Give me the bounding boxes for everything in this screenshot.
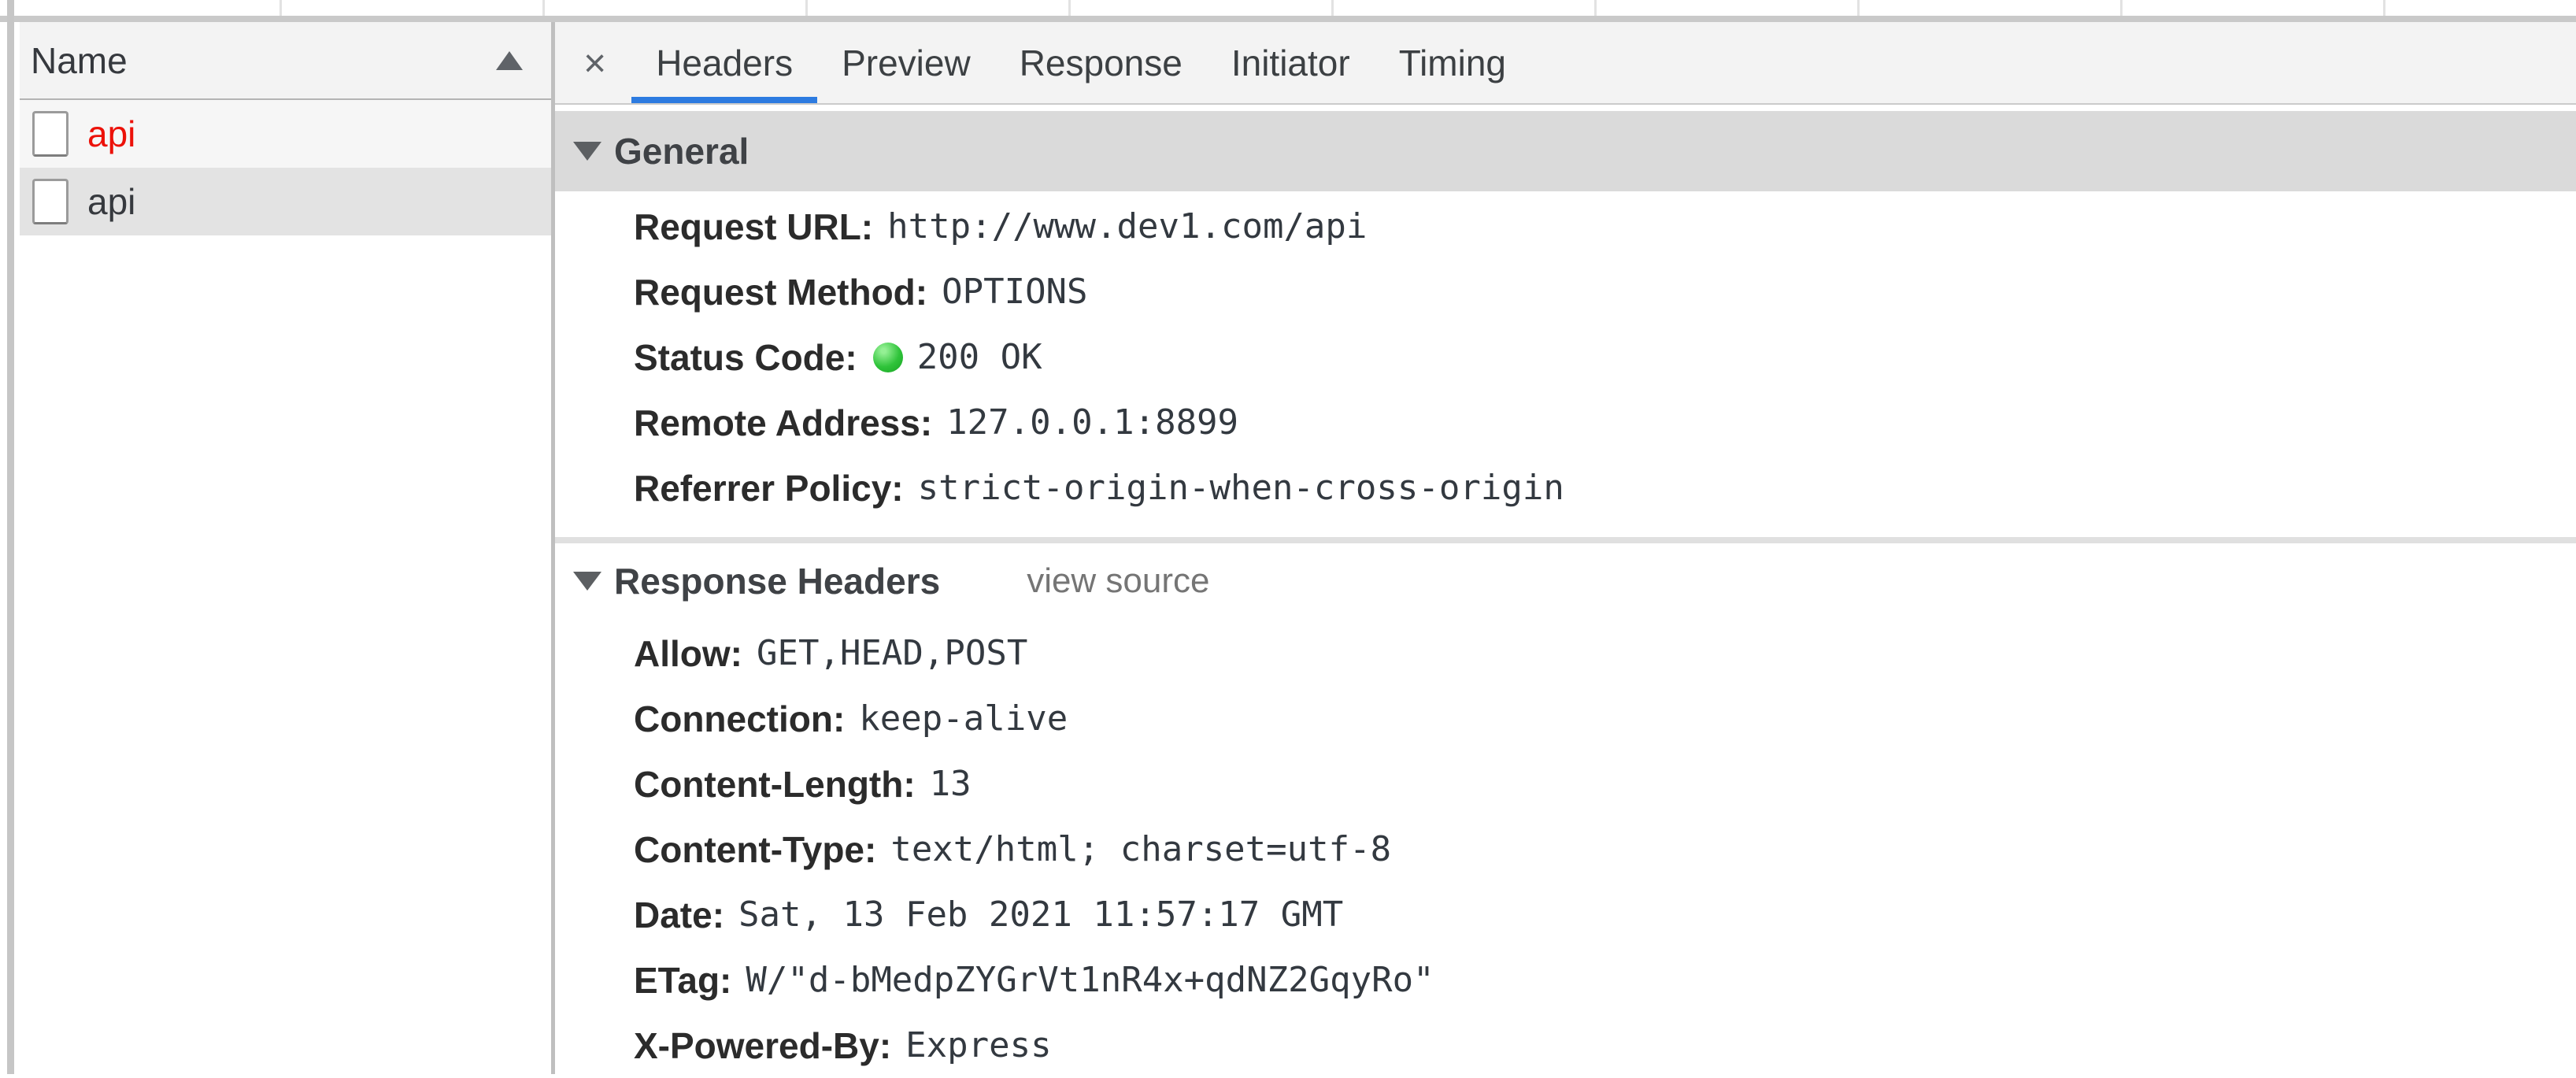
request-checkbox[interactable] — [32, 111, 68, 157]
tab-response[interactable]: Response — [995, 22, 1207, 103]
response-header-fields: Allow: GET,HEAD,POST Connection: keep-al… — [555, 620, 2576, 1078]
header-field-content-length: Content-Length: 13 — [555, 751, 2576, 817]
general-section-header[interactable]: General — [555, 111, 2576, 191]
tab-timing[interactable]: Timing — [1375, 22, 1530, 103]
table-row[interactable]: api — [20, 100, 551, 168]
request-name: api — [87, 180, 135, 223]
field-label: Content-Type: — [634, 828, 876, 871]
request-checkbox[interactable] — [32, 179, 68, 224]
close-icon[interactable]: × — [555, 22, 631, 103]
field-value: strict-origin-when-cross-origin — [918, 468, 1564, 508]
request-details-pane: × Headers Preview Response Initiator Tim… — [555, 22, 2576, 1074]
response-headers-section-header[interactable]: Response Headers view source — [555, 543, 2576, 618]
devtools-network-panel: { "colors": { "accent_blue": "#2d7be0", … — [0, 0, 2576, 1074]
network-request-list: Name api api — [20, 22, 551, 1074]
header-field-status-code: Status Code: 200 OK — [555, 324, 2576, 390]
field-label: Referrer Policy: — [634, 467, 904, 509]
field-label: ETag: — [634, 959, 731, 1002]
field-value: Express — [905, 1025, 1051, 1065]
field-label: Request Method: — [634, 271, 927, 313]
header-field-request-url: Request URL: http://www.dev1.com/api — [555, 194, 2576, 259]
field-value: http://www.dev1.com/api — [887, 206, 1367, 246]
header-field-etag: ETag: W/"d-bMedpZYGrVt1nR4x+qdNZ2GqyRo" — [555, 947, 2576, 1013]
left-gutter-bar — [7, 0, 14, 1074]
field-value: OPTIONS — [942, 272, 1087, 312]
tab-initiator[interactable]: Initiator — [1207, 22, 1375, 103]
field-label: Connection: — [634, 698, 845, 740]
general-section-title: General — [614, 130, 749, 172]
response-headers-title: Response Headers — [614, 560, 940, 602]
status-ok-dot-icon — [873, 343, 903, 372]
field-value: GET,HEAD,POST — [757, 633, 1027, 673]
header-field-referrer-policy: Referrer Policy: strict-origin-when-cros… — [555, 455, 2576, 520]
header-field-remote-address: Remote Address: 127.0.0.1:8899 — [555, 390, 2576, 455]
table-row[interactable]: api — [20, 168, 551, 235]
view-source-link[interactable]: view source — [1027, 561, 1209, 601]
triangle-down-icon — [573, 142, 601, 161]
request-name: api — [87, 113, 135, 155]
sort-ascending-icon[interactable] — [496, 51, 523, 70]
field-label: X-Powered-By: — [634, 1024, 891, 1067]
tab-preview[interactable]: Preview — [817, 22, 995, 103]
panel-top-border — [0, 16, 2576, 22]
general-fields: Request URL: http://www.dev1.com/api Req… — [555, 194, 2576, 520]
field-value: W/"d-bMedpZYGrVt1nR4x+qdNZ2GqyRo" — [746, 960, 1434, 1000]
field-label: Content-Length: — [634, 763, 916, 806]
name-column-header[interactable]: Name — [20, 22, 551, 100]
header-field-connection: Connection: keep-alive — [555, 686, 2576, 751]
field-value: 13 — [930, 764, 972, 804]
field-label: Remote Address: — [634, 402, 932, 444]
header-field-allow: Allow: GET,HEAD,POST — [555, 620, 2576, 686]
field-label: Date: — [634, 894, 724, 936]
field-value: text/html; charset=utf-8 — [890, 829, 1391, 869]
field-value: Sat, 13 Feb 2021 11:57:17 GMT — [738, 895, 1343, 935]
header-field-request-method: Request Method: OPTIONS — [555, 259, 2576, 324]
field-value: keep-alive — [859, 698, 1068, 739]
details-tab-bar: × Headers Preview Response Initiator Tim… — [555, 22, 2576, 105]
tab-headers[interactable]: Headers — [631, 22, 817, 103]
header-field-date: Date: Sat, 13 Feb 2021 11:57:17 GMT — [555, 882, 2576, 947]
header-field-x-powered-by: X-Powered-By: Express — [555, 1013, 2576, 1078]
field-label: Status Code: — [634, 336, 857, 379]
column-guides-strip — [0, 0, 2576, 16]
section-divider — [555, 537, 2576, 543]
triangle-down-icon — [573, 572, 601, 591]
header-field-content-type: Content-Type: text/html; charset=utf-8 — [555, 817, 2576, 882]
field-label: Allow: — [634, 632, 742, 675]
field-value: 200 OK — [917, 337, 1042, 377]
name-column-label: Name — [31, 39, 128, 82]
field-value: 127.0.0.1:8899 — [946, 402, 1238, 443]
field-label: Request URL: — [634, 206, 873, 248]
